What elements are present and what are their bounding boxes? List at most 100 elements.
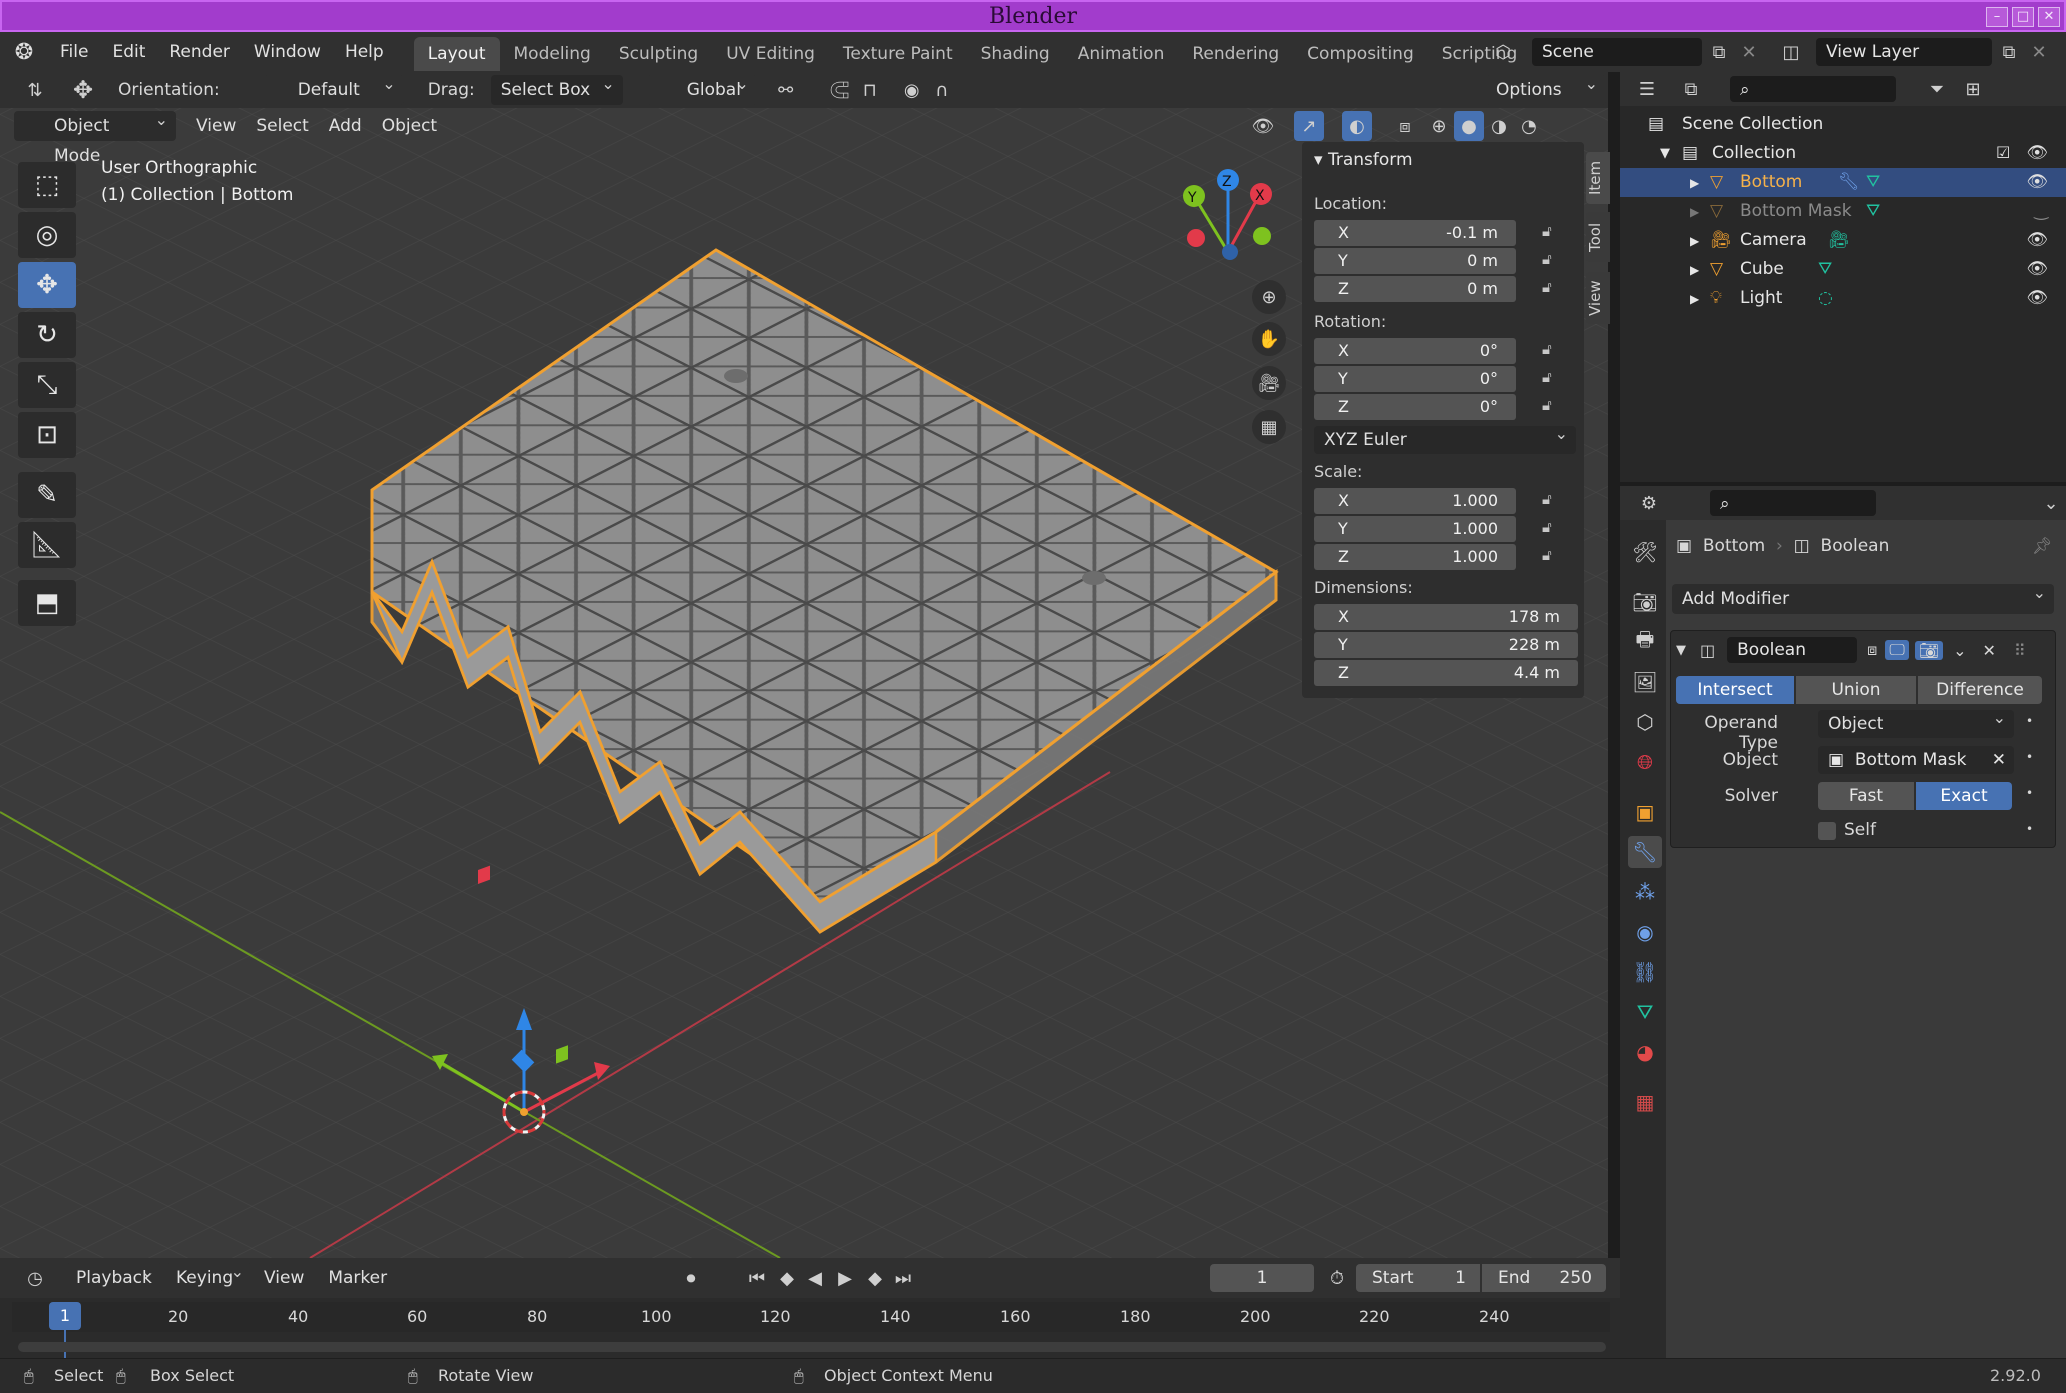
start-frame-field[interactable]: Start 1 xyxy=(1356,1264,1480,1292)
scale-tool-icon[interactable]: ⤡ xyxy=(18,362,76,408)
sidebar-tab-item[interactable]: Item xyxy=(1586,152,1610,204)
lock-icon[interactable]: 🔓︎ xyxy=(1542,222,1552,240)
lock-icon[interactable]: 🔓︎ xyxy=(1542,490,1552,508)
tool-tab-icon[interactable]: 🛠︎ xyxy=(1628,536,1662,568)
transform-panel-header[interactable]: ▾ Transform xyxy=(1314,150,1413,170)
expand-icon[interactable]: ▶ xyxy=(1690,205,1699,219)
proportional-falloff-icon[interactable]: ∩ xyxy=(927,75,957,105)
lock-icon[interactable]: 🔓︎ xyxy=(1542,278,1552,296)
menu-view[interactable]: View xyxy=(188,110,244,142)
scene-name-field[interactable]: Scene xyxy=(1532,38,1702,66)
outliner-item-camera[interactable]: ▶ 🎥︎ Camera 🎥︎ 👁︎ xyxy=(1620,226,2066,255)
eye-icon[interactable]: 👁︎ xyxy=(2026,259,2048,279)
delete-scene-icon[interactable]: ✕ xyxy=(1734,37,1764,67)
timeline-ruler[interactable]: 1 20 40 60 80 100 120 140 160 180 200 22… xyxy=(12,1302,1610,1374)
transform-tool-icon[interactable]: ⊡ xyxy=(18,412,76,458)
world-tab-icon[interactable]: 🌐︎ xyxy=(1628,746,1662,778)
cursor-tool-icon[interactable]: ◎ xyxy=(18,212,76,258)
scene-selector-icon[interactable]: ⬡ xyxy=(1488,37,1518,67)
remove-modifier-icon[interactable]: ✕ xyxy=(1982,641,1995,660)
lock-icon[interactable]: 🔓︎ xyxy=(1542,250,1552,268)
close-button[interactable]: ✕ xyxy=(2038,7,2060,27)
texture-tab-icon[interactable]: ▦ xyxy=(1628,1086,1662,1118)
tab-layout[interactable]: Layout xyxy=(413,36,500,71)
options-chevron-icon[interactable]: ⌄ xyxy=(2036,488,2066,518)
options-dropdown[interactable]: Options xyxy=(1486,69,1606,105)
lock-icon[interactable]: 🔓︎ xyxy=(1542,368,1552,386)
pivot-point-icon[interactable]: ⚯ xyxy=(771,75,801,105)
drag-handle-icon[interactable]: ⠿ xyxy=(2014,641,2026,660)
menu-help[interactable]: Help xyxy=(333,32,396,72)
expand-icon[interactable]: ▼ xyxy=(1660,146,1670,161)
record-icon[interactable]: ⏺ xyxy=(676,1263,706,1293)
menu-select[interactable]: Select xyxy=(248,110,316,142)
keyframe-dot-icon[interactable]: • xyxy=(2026,750,2033,764)
jump-start-icon[interactable]: ⏮ xyxy=(742,1263,772,1293)
eye-icon[interactable]: 👁︎ xyxy=(2026,288,2048,308)
wireframe-shading-icon[interactable]: ⊕ xyxy=(1424,111,1454,141)
rotation-y-field[interactable]: Y 0° xyxy=(1314,366,1516,392)
sidebar-tab-view[interactable]: View xyxy=(1586,272,1610,324)
eye-icon[interactable]: 👁︎ xyxy=(2026,172,2048,192)
view-layer-tab-icon[interactable]: 🖼︎ xyxy=(1628,666,1662,698)
xray-toggle-icon[interactable]: ⧈ xyxy=(1390,111,1420,141)
solid-shading-icon[interactable]: ● xyxy=(1454,111,1484,141)
keyframe-dot-icon[interactable]: • xyxy=(2026,822,2033,836)
outliner-item-cube[interactable]: ▶ ▽ Cube ⛛ 👁︎ xyxy=(1620,255,2066,284)
physics-tab-icon[interactable]: ◉ xyxy=(1628,916,1662,948)
current-frame-field[interactable]: 1 xyxy=(1210,1264,1314,1292)
maximize-button[interactable]: □ xyxy=(2012,7,2034,27)
solver-fast[interactable]: Fast xyxy=(1818,782,1914,810)
operation-union[interactable]: Union xyxy=(1796,676,1916,704)
dimensions-y-field[interactable]: Y 228 m xyxy=(1314,632,1578,658)
editor-type-icon[interactable]: ☰ xyxy=(1632,74,1662,104)
orientation-dropdown[interactable]: Default xyxy=(263,69,404,105)
overlay-toggle-icon[interactable]: ◐ xyxy=(1342,111,1372,141)
rotation-z-field[interactable]: Z 0° xyxy=(1314,394,1516,420)
tab-texture-paint[interactable]: Texture Paint xyxy=(829,37,967,71)
minimize-button[interactable]: – xyxy=(1986,7,2008,27)
rotation-mode-dropdown[interactable]: XYZ Euler xyxy=(1314,420,1576,454)
lock-icon[interactable]: 🔓︎ xyxy=(1542,396,1552,414)
snap-toggle-icon[interactable]: 🧲︎ xyxy=(825,75,855,105)
visibility-icon[interactable]: 👁︎ xyxy=(1248,111,1278,141)
constraints-tab-icon[interactable]: ⛓︎ xyxy=(1628,956,1662,988)
add-modifier-dropdown[interactable]: Add Modifier xyxy=(1672,578,2054,614)
render-camera-icon[interactable]: 📷︎ xyxy=(1914,640,1944,660)
clear-object-icon[interactable]: ✕ xyxy=(1992,746,2006,774)
dimensions-x-field[interactable]: X 178 m xyxy=(1314,604,1578,630)
expand-icon[interactable]: ▶ xyxy=(1690,234,1699,248)
editor-type-icon[interactable]: ⚙ xyxy=(1634,488,1664,518)
eye-closed-icon[interactable]: ‿ xyxy=(2034,201,2048,221)
tab-modeling[interactable]: Modeling xyxy=(500,37,605,71)
data-tab-icon[interactable]: ⛛ xyxy=(1628,996,1662,1028)
proportional-edit-icon[interactable]: ◉ xyxy=(897,75,927,105)
tab-animation[interactable]: Animation xyxy=(1064,37,1179,71)
eye-icon[interactable]: 👁︎ xyxy=(2026,230,2048,250)
menu-object[interactable]: Object xyxy=(374,110,445,142)
camera-view-icon[interactable]: 🎥︎ xyxy=(1252,366,1286,400)
lock-icon[interactable]: 🔓︎ xyxy=(1542,340,1552,358)
tab-compositing[interactable]: Compositing xyxy=(1293,37,1428,71)
new-scene-icon[interactable]: ⧉ xyxy=(1704,37,1734,67)
menu-edit[interactable]: Edit xyxy=(100,32,157,72)
sidebar-tab-tool[interactable]: Tool xyxy=(1586,212,1610,262)
expand-icon[interactable]: ▶ xyxy=(1690,292,1699,306)
self-checkbox[interactable] xyxy=(1818,822,1836,840)
play-icon[interactable]: ▶ xyxy=(830,1263,860,1293)
add-cube-tool-icon[interactable]: ⬒ xyxy=(18,580,76,626)
delete-view-layer-icon[interactable]: ✕ xyxy=(2024,37,2054,67)
location-x-field[interactable]: X -0.1 m xyxy=(1314,220,1516,246)
display-mode-icon[interactable]: ⧉ xyxy=(1676,74,1706,104)
gizmo-toggle-icon[interactable]: ↗ xyxy=(1294,111,1324,141)
scale-y-field[interactable]: Y 1.000 xyxy=(1314,516,1516,542)
collapse-icon[interactable]: ▼ xyxy=(1676,643,1686,658)
object-tab-icon[interactable]: ▣ xyxy=(1628,796,1662,828)
properties-search-input[interactable]: ⌕ xyxy=(1710,490,1876,516)
object-field[interactable]: ▣ Bottom Mask ✕ xyxy=(1818,746,2014,774)
view-layer-field[interactable]: View Layer xyxy=(1816,38,1992,66)
particles-tab-icon[interactable]: ⁂ xyxy=(1628,876,1662,908)
operation-intersect[interactable]: Intersect xyxy=(1676,676,1794,704)
pin-icon[interactable]: 📌︎ xyxy=(2032,536,2052,555)
timeline-scrollbar[interactable] xyxy=(18,1342,1606,1352)
